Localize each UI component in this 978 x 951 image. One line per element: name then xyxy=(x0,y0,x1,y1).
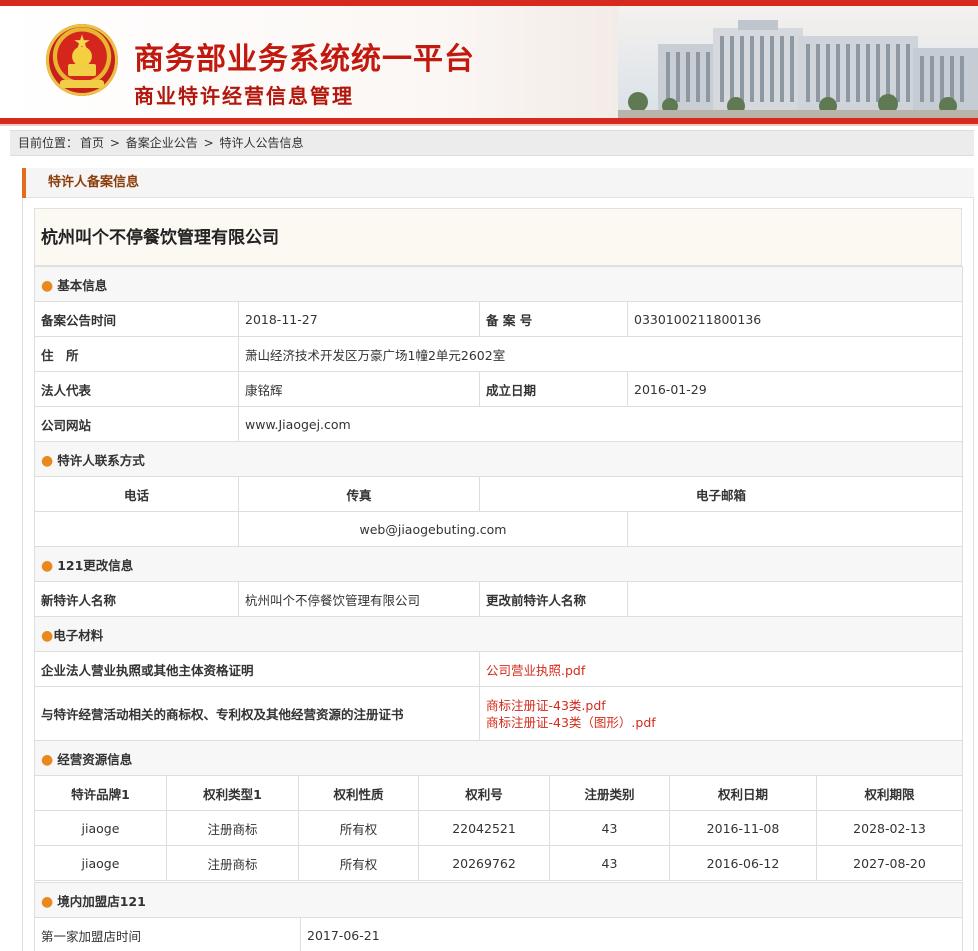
breadcrumb-separator: > xyxy=(203,136,214,150)
col-brand: 特许品牌1 xyxy=(34,775,167,811)
established-date-value: 2016-01-29 xyxy=(626,371,964,407)
cell-right-term: 2027-08-20 xyxy=(816,845,963,881)
license-cell: 公司营业执照.pdf xyxy=(478,651,964,687)
contact-heading: ● 特许人联系方式 xyxy=(33,441,964,477)
site-title: 商务部业务系统统一平台 xyxy=(134,42,475,77)
old-name-value xyxy=(626,581,964,617)
first-store-value: 2017-06-21 xyxy=(300,917,963,951)
cell-right-nature: 所有权 xyxy=(298,845,419,881)
address-value: 萧山经济技术开发区万豪广场1幢2单元2602室 xyxy=(237,336,964,372)
trademark-graphic-pdf-link[interactable]: 商标注册证-43类（图形）.pdf xyxy=(486,714,956,731)
cell-brand: jiaoge xyxy=(34,810,167,846)
filing-number-value: 0330100211800136 xyxy=(626,301,964,337)
cell-right-number: 20269762 xyxy=(418,845,550,881)
company-name: 杭州叫个不停餐饮管理有限公司 xyxy=(34,208,962,266)
phone-value xyxy=(34,511,239,547)
trademark-label: 与特许经营活动相关的商标权、专利权及其他经营资源的注册证书 xyxy=(34,686,480,741)
header-divider xyxy=(0,124,978,126)
breadcrumb-separator: > xyxy=(109,136,120,150)
bullet-icon: ● xyxy=(41,452,54,469)
section-header: 特许人备案信息 xyxy=(22,168,974,198)
basic-info-heading: ● 基本信息 xyxy=(33,266,964,302)
new-name-value: 杭州叫个不停餐饮管理有限公司 xyxy=(238,581,480,617)
license-label: 企业法人营业执照或其他主体资格证明 xyxy=(34,651,480,687)
email-label: 电子邮箱 xyxy=(478,476,964,512)
cell-right-number: 22042521 xyxy=(418,810,550,846)
cell-right-type: 注册商标 xyxy=(166,810,299,846)
email-value: web@jiaogebuting.com xyxy=(238,511,628,547)
established-date-label: 成立日期 xyxy=(479,371,628,407)
table-row: jiaoge 注册商标 所有权 20269762 43 2016-06-12 2… xyxy=(34,845,963,881)
change-info-heading: ● 121更改信息 xyxy=(33,546,964,582)
col-reg-class: 注册类别 xyxy=(549,775,670,811)
breadcrumb-current: 特许人公告信息 xyxy=(219,136,304,150)
stores-heading: ● 境内加盟店121 xyxy=(34,882,963,918)
cell-right-term: 2028-02-13 xyxy=(816,810,963,846)
stores-table: ● 境内加盟店121 第一家加盟店时间 2017-06-21 xyxy=(34,882,963,951)
bullet-icon: ● xyxy=(41,751,54,768)
site-header: ★ 商务部业务系统统一平台 商业特许经营信息管理 xyxy=(0,6,978,118)
ministry-building-image xyxy=(618,6,978,118)
col-right-number: 权利号 xyxy=(418,775,550,811)
website-value: www.Jiaogej.com xyxy=(237,406,964,442)
bullet-icon: ● xyxy=(41,893,54,910)
materials-heading: ●电子材料 xyxy=(33,616,964,652)
bullet-icon: ● xyxy=(41,627,54,644)
website-label: 公司网站 xyxy=(34,406,239,442)
old-name-label: 更改前特许人名称 xyxy=(479,581,628,617)
filing-number-label: 备 案 号 xyxy=(479,301,628,337)
breadcrumb-filing-notice[interactable]: 备案企业公告 xyxy=(126,136,198,150)
cell-reg-class: 43 xyxy=(549,845,670,881)
col-right-term: 权利期限 xyxy=(816,775,963,811)
fax-label: 传真 xyxy=(238,476,480,512)
site-subtitle: 商业特许经营信息管理 xyxy=(134,84,354,108)
col-right-type: 权利类型1 xyxy=(166,775,299,811)
resources-table: 特许品牌1 权利类型1 权利性质 权利号 注册类别 权利日期 权利期限 jiao… xyxy=(34,775,963,881)
table-row: jiaoge 注册商标 所有权 22042521 43 2016-11-08 2… xyxy=(34,810,963,846)
bullet-icon: ● xyxy=(41,557,54,574)
resources-heading: ● 经营资源信息 xyxy=(33,740,964,776)
cell-right-date: 2016-11-08 xyxy=(669,810,817,846)
filing-date-label: 备案公告时间 xyxy=(34,301,239,337)
breadcrumb-prefix: 目前位置： xyxy=(18,136,79,150)
first-store-label: 第一家加盟店时间 xyxy=(34,917,301,951)
address-label: 住 所 xyxy=(34,336,239,372)
filing-date-value: 2018-11-27 xyxy=(238,301,480,337)
phone-label: 电话 xyxy=(34,476,239,512)
trademark-pdf-link[interactable]: 商标注册证-43类.pdf xyxy=(486,697,956,714)
resources-header-row: 特许品牌1 权利类型1 权利性质 权利号 注册类别 权利日期 权利期限 xyxy=(34,775,963,811)
breadcrumb: 目前位置： 首页 > 备案企业公告 > 特许人公告信息 xyxy=(10,130,974,156)
bullet-icon: ● xyxy=(41,277,54,294)
license-pdf-link[interactable]: 公司营业执照.pdf xyxy=(486,663,585,678)
cell-reg-class: 43 xyxy=(549,810,670,846)
cell-right-type: 注册商标 xyxy=(166,845,299,881)
breadcrumb-home[interactable]: 首页 xyxy=(80,136,104,150)
franchisor-info-table: ● 基本信息 备案公告时间 2018-11-27 备 案 号 0330100211… xyxy=(33,266,964,776)
legal-rep-label: 法人代表 xyxy=(34,371,239,407)
fax-value xyxy=(626,511,964,547)
cell-right-date: 2016-06-12 xyxy=(669,845,817,881)
trademark-cell: 商标注册证-43类.pdf 商标注册证-43类（图形）.pdf xyxy=(478,686,964,741)
section-accent-bar xyxy=(22,168,26,198)
cell-brand: jiaoge xyxy=(34,845,167,881)
legal-rep-value: 康铭辉 xyxy=(238,371,480,407)
cell-right-nature: 所有权 xyxy=(298,810,419,846)
col-right-nature: 权利性质 xyxy=(298,775,419,811)
new-name-label: 新特许人名称 xyxy=(34,581,239,617)
section-title: 特许人备案信息 xyxy=(48,175,140,190)
col-right-date: 权利日期 xyxy=(669,775,817,811)
national-emblem-icon: ★ xyxy=(46,24,118,96)
